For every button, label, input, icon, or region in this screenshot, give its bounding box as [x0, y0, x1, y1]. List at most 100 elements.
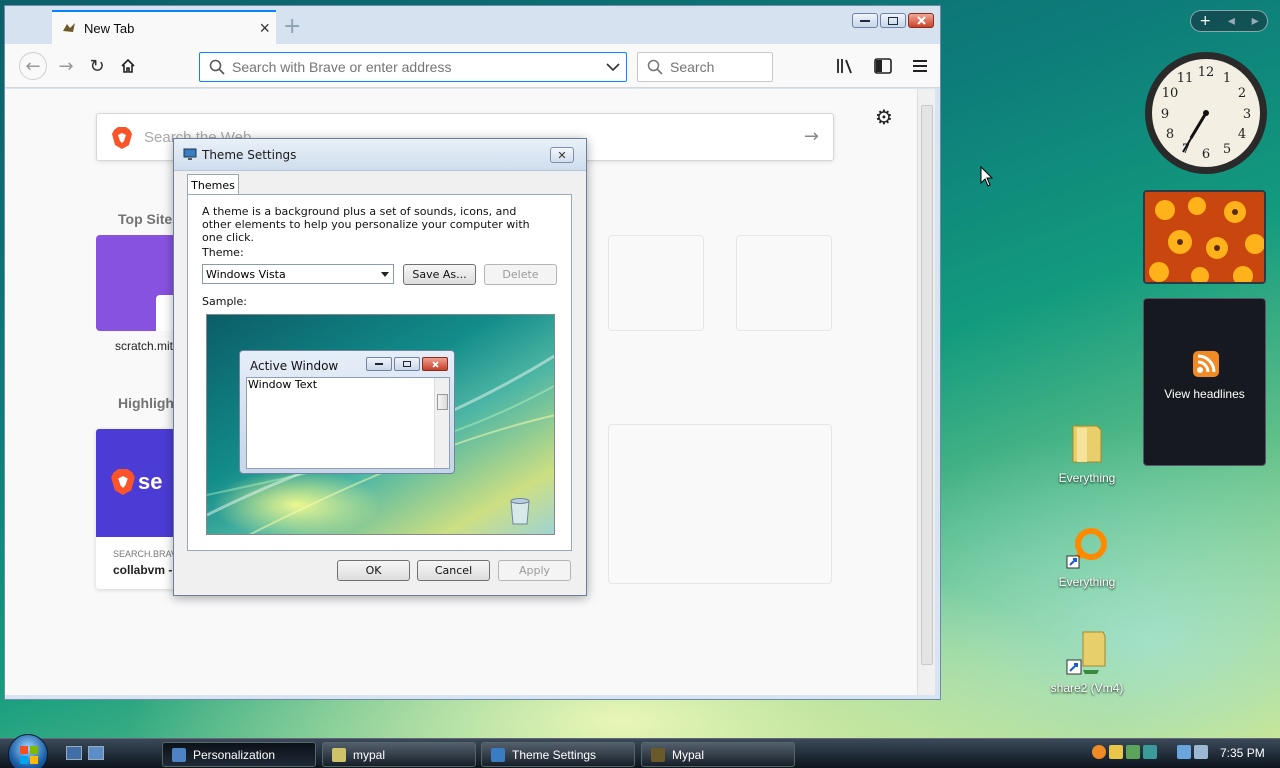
ok-button[interactable]: OK: [337, 560, 410, 581]
svg-text:7: 7: [1182, 142, 1190, 157]
address-bar[interactable]: [199, 52, 627, 82]
volume-icon[interactable]: [1194, 745, 1208, 759]
task-personalization[interactable]: Personalization: [162, 742, 316, 767]
svg-text:12: 12: [1198, 65, 1215, 80]
home-icon[interactable]: [116, 54, 140, 78]
show-desktop-icon[interactable]: [66, 746, 82, 760]
task-mypal-folder[interactable]: mypal: [322, 742, 476, 767]
start-button[interactable]: [8, 734, 48, 768]
sample-window-controls: [366, 357, 448, 371]
top-sites-heading: Top Sites: [118, 211, 180, 227]
arrow-right-icon[interactable]: →: [804, 126, 819, 147]
sample-label: Sample:: [202, 295, 247, 308]
library-icon[interactable]: [836, 58, 854, 74]
desktop-icon-everything-app[interactable]: Everything: [1042, 526, 1132, 589]
empty-top-site-tile[interactable]: [608, 235, 704, 331]
sample-scroll-thumb: [437, 394, 448, 410]
everything-tray-icon[interactable]: [1092, 745, 1106, 759]
theme-settings-dialog: Theme Settings ✕ Themes A theme is a bac…: [173, 138, 587, 596]
folder-icon: [332, 748, 346, 762]
vertical-scrollbar[interactable]: [917, 89, 935, 695]
task-mypal-browser[interactable]: Mypal: [641, 742, 795, 767]
new-tab-plus-icon[interactable]: +: [283, 14, 301, 39]
empty-highlight-card[interactable]: [608, 424, 832, 584]
previous-icon[interactable]: ◂: [1228, 13, 1235, 29]
desktop-icon-label: Everything: [1058, 575, 1116, 589]
delete-button[interactable]: Delete: [484, 264, 557, 285]
everything-search-icon: [1066, 528, 1107, 569]
themes-panel: A theme is a background plus a set of so…: [187, 194, 572, 551]
maximize-button[interactable]: [880, 13, 906, 28]
shield-icon[interactable]: [1109, 745, 1123, 759]
highlight-source: SEARCH.BRAV: [113, 549, 176, 559]
theme-select[interactable]: Windows Vista: [202, 264, 394, 284]
back-arrow-icon[interactable]: ←: [19, 52, 47, 80]
top-site-label: scratch.mit: [115, 339, 174, 353]
slideshow-gadget[interactable]: [1143, 190, 1266, 284]
empty-top-site-tile[interactable]: [736, 235, 832, 331]
dropdown-arrow-icon: [381, 272, 389, 277]
sample-window-text: Window Text: [248, 378, 318, 391]
sample-window-title: Active Window: [250, 359, 339, 373]
tab-close-icon[interactable]: ×: [259, 18, 270, 38]
sample-scrollbar: [434, 378, 449, 468]
highlight-card[interactable]: se SEARCH.BRAV collabvm -: [96, 429, 176, 589]
sidebar-toggle-icon[interactable]: [874, 58, 892, 74]
feed-headlines-gadget[interactable]: View headlines: [1143, 298, 1266, 466]
theme-select-value: Windows Vista: [206, 267, 286, 281]
svg-text:9: 9: [1161, 107, 1169, 122]
dialog-close-button[interactable]: ✕: [550, 147, 574, 163]
next-icon[interactable]: ▸: [1252, 13, 1259, 29]
task-theme-settings[interactable]: Theme Settings: [481, 742, 635, 767]
clock-gadget[interactable]: 12 12 345 678 91011: [1143, 50, 1269, 176]
svg-text:10: 10: [1162, 86, 1179, 101]
task-label: Mypal: [672, 747, 705, 762]
svg-text:11: 11: [1177, 71, 1194, 86]
search-input[interactable]: [670, 59, 772, 75]
theme-description: A theme is a background plus a set of so…: [202, 205, 530, 244]
mypal-favicon-icon: [651, 748, 665, 762]
rss-feed-icon: [1193, 351, 1219, 377]
desktop-icon-label: share2 (Vm4): [1050, 681, 1124, 695]
add-gadget-icon[interactable]: +: [1199, 13, 1211, 29]
close-button[interactable]: [908, 13, 934, 28]
dialog-title-bar: Theme Settings ✕: [174, 139, 586, 171]
svg-text:4: 4: [1238, 127, 1246, 142]
forward-arrow-icon[interactable]: →: [54, 54, 78, 78]
theme-sample-preview: Active Window Window Text: [206, 314, 555, 535]
search-icon: [209, 59, 225, 75]
hamburger-menu-icon[interactable]: [912, 58, 928, 74]
save-as-button[interactable]: Save As...: [403, 264, 476, 285]
toolbar-right: [836, 58, 928, 74]
recycle-bin-icon: [510, 498, 530, 525]
brave-logo-icon: [112, 127, 132, 149]
folder-icon: [1072, 425, 1102, 463]
search-bar[interactable]: [637, 52, 773, 82]
minimize-button[interactable]: [852, 13, 878, 28]
dialog-title: Theme Settings: [202, 147, 297, 162]
sample-active-window: Active Window Window Text: [239, 350, 455, 474]
svg-text:8: 8: [1166, 127, 1174, 142]
share-icon[interactable]: [1143, 745, 1157, 759]
desktop-icon-share2[interactable]: share2 (Vm4): [1042, 630, 1132, 695]
cancel-button[interactable]: Cancel: [417, 560, 490, 581]
network-icon[interactable]: [1126, 745, 1140, 759]
tab-themes[interactable]: Themes: [187, 174, 239, 195]
task-label: Personalization: [193, 747, 276, 762]
highlight-title: collabvm -: [113, 563, 173, 577]
mypal-favicon-icon: [63, 23, 75, 32]
view-headlines-label[interactable]: View headlines: [1144, 387, 1265, 401]
tab-new-tab[interactable]: New Tab ×: [52, 10, 276, 44]
chevron-down-icon[interactable]: [606, 61, 620, 73]
desktop-icon-everything-folder[interactable]: Everything: [1042, 422, 1132, 485]
reload-icon[interactable]: ↻: [85, 54, 109, 78]
scrollbar-thumb[interactable]: [921, 105, 933, 665]
address-input[interactable]: [232, 59, 626, 75]
display-icon[interactable]: [1177, 745, 1191, 759]
theme-label: Theme:: [202, 246, 244, 259]
apply-button[interactable]: Apply: [498, 560, 571, 581]
gear-icon[interactable]: ⚙: [875, 105, 893, 129]
switch-windows-icon[interactable]: [88, 746, 104, 760]
svg-text:3: 3: [1243, 107, 1251, 122]
clock-time[interactable]: 7:35 PM: [1220, 746, 1265, 760]
